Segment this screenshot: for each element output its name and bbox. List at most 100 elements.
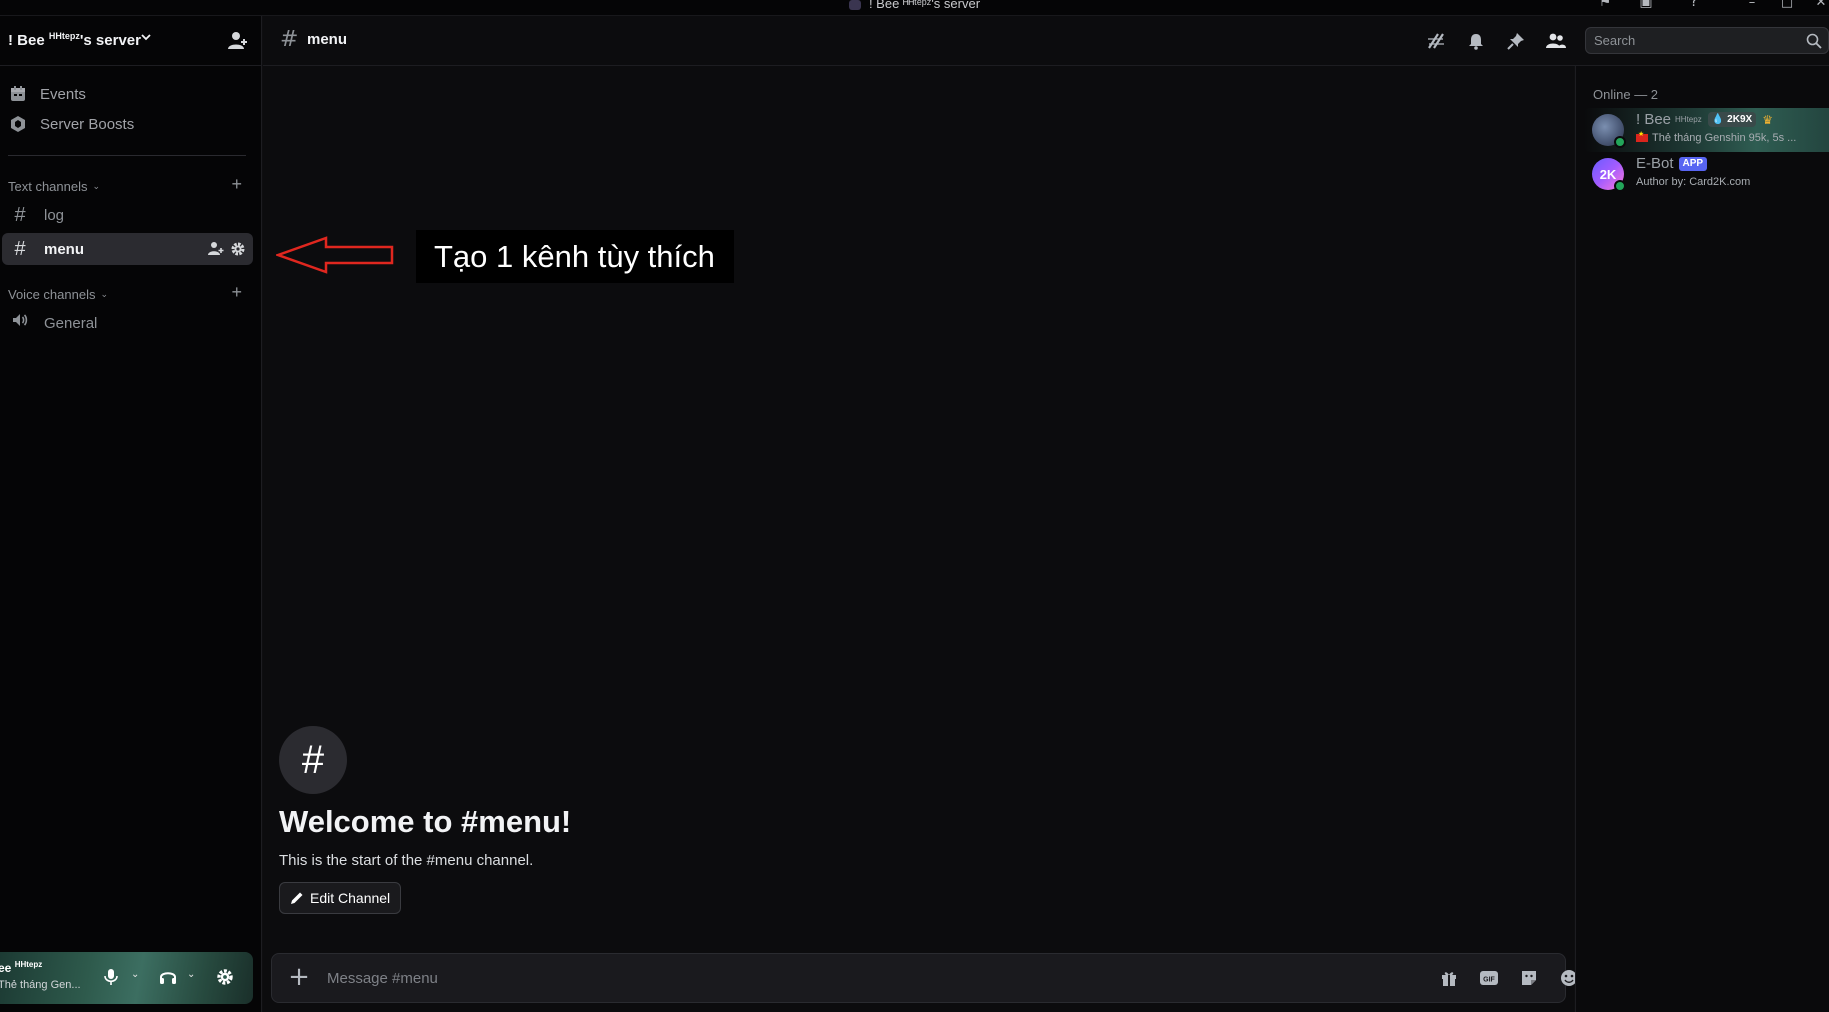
vietnam-flag-icon	[1636, 130, 1648, 142]
channel-general-label: General	[44, 314, 98, 332]
gif-icon[interactable]: GIF	[1478, 967, 1500, 989]
gift-icon[interactable]	[1438, 967, 1460, 989]
annotation-box: Tạo 1 kênh tùy thích	[416, 230, 734, 283]
member-status: Thẻ tháng Genshin 95k, 5s ...	[1636, 130, 1797, 144]
inbox-flag-icon[interactable]: ⚑	[1596, 0, 1614, 10]
channel-log-label: log	[44, 206, 65, 224]
clan-tag-text: 2K9X	[1727, 114, 1753, 125]
nav-server-boosts-label: Server Boosts	[40, 115, 135, 133]
create-invite-icon[interactable]	[207, 240, 225, 258]
minimize-button[interactable]: –	[1737, 0, 1767, 13]
user-name-text: ee	[0, 961, 12, 975]
server-name-sup: HHtepz	[48, 31, 80, 41]
nav-server-boosts[interactable]: Server Boosts	[8, 110, 252, 138]
sidebar-divider	[8, 155, 246, 156]
nav-events[interactable]: Events	[8, 80, 252, 108]
gear-icon[interactable]	[229, 240, 247, 258]
microphone-icon[interactable]	[101, 967, 121, 987]
channel-voice-general[interactable]: General	[2, 307, 253, 339]
user-name[interactable]: ee HHtepz	[0, 960, 42, 975]
boost-gem-icon	[8, 114, 28, 134]
headphones-icon[interactable]	[158, 967, 178, 987]
edit-channel-button[interactable]: Edit Channel	[279, 882, 402, 914]
member-name: E-Bot APP	[1636, 155, 1708, 172]
channel-welcome-icon: #	[279, 726, 347, 794]
maximize-button[interactable]: □	[1772, 0, 1802, 13]
add-voice-channel-icon[interactable]: +	[231, 282, 242, 303]
annotation-arrow-icon	[276, 236, 394, 274]
member-name-text: E-Bot	[1636, 155, 1674, 172]
member-list: Online — 2 ! Bee HHtepz 💧2K9X ♛ Thẻ thán…	[1575, 66, 1829, 1012]
welcome-subtitle: This is the start of the #menu channel.	[279, 852, 534, 869]
server-name-suffix: 's server	[79, 32, 141, 49]
download-icon[interactable]: ▣	[1637, 0, 1655, 10]
clan-tag: 💧 2K9X	[1707, 112, 1757, 127]
search-box[interactable]	[1585, 27, 1829, 54]
member-bee[interactable]: ! Bee HHtepz 💧2K9X ♛ Thẻ tháng Genshin 9…	[1584, 108, 1829, 152]
server-icon-small	[848, 0, 861, 10]
category-text-channels[interactable]: Text channels ⌄ +	[8, 174, 252, 195]
channel-menu-label: menu	[44, 240, 85, 258]
app-badge: APP	[1678, 156, 1708, 171]
member-list-icon[interactable]	[1545, 30, 1567, 52]
close-window-button[interactable]: ✕	[1806, 0, 1829, 13]
pin-icon[interactable]	[1505, 30, 1527, 52]
pencil-icon	[290, 891, 304, 905]
server-header[interactable]: ! Bee HHtepz's server	[0, 16, 262, 66]
category-voice-label: Voice channels	[8, 286, 96, 302]
chevron-down-icon: ⌄	[92, 180, 101, 191]
bell-icon[interactable]	[1465, 30, 1487, 52]
chevron-down-icon[interactable]	[140, 31, 152, 46]
members-online-header: Online — 2	[1593, 87, 1659, 102]
chevron-down-icon[interactable]: ⌄	[187, 969, 195, 980]
invite-people-icon[interactable]	[227, 30, 249, 52]
user-name-sup: HHtepz	[14, 960, 43, 969]
server-name-main: ! Bee	[8, 32, 45, 49]
calendar-icon	[8, 84, 28, 104]
user-panel: ee HHtepz Thẻ tháng Gen... ⌄ ⌄	[0, 952, 253, 1004]
channel-header: # menu	[263, 16, 1829, 66]
search-icon	[1806, 33, 1822, 49]
gear-icon[interactable]	[215, 967, 235, 987]
channel-sidebar: ! Bee HHtepz's server Events Server Boos…	[0, 16, 262, 1012]
threads-icon[interactable]	[1425, 30, 1447, 52]
window-title-text: ! Bee ᴴᴴᵗᵉᵖᶻ's server	[868, 0, 981, 11]
member-ebot[interactable]: 2K E-Bot APP Author by: Card2K.com	[1584, 152, 1829, 196]
member-name-sup: HHtepz	[1675, 115, 1702, 124]
channel-title: menu	[307, 31, 348, 48]
clan-drop-icon: 💧	[1711, 114, 1725, 125]
chat-area: # menu # Welcome to #menu! Thi	[263, 16, 1829, 1012]
member-status: Author by: Card2K.com	[1636, 176, 1750, 188]
search-input[interactable]	[1594, 31, 1794, 50]
chevron-down-icon: ⌄	[100, 288, 108, 299]
channel-menu[interactable]: # menu	[2, 233, 253, 265]
member-name: ! Bee HHtepz 💧 2K9X ♛	[1636, 111, 1773, 128]
speaker-icon	[10, 311, 30, 335]
add-text-channel-icon[interactable]: +	[231, 174, 242, 195]
hash-icon: #	[301, 737, 325, 782]
add-attachment-icon[interactable]: +	[286, 964, 312, 990]
help-icon[interactable]: ?	[1685, 0, 1703, 10]
channel-log[interactable]: # log	[2, 199, 253, 231]
chevron-down-icon[interactable]: ⌄	[131, 969, 139, 980]
annotation-text: Tạo 1 kênh tùy thích	[434, 239, 715, 274]
hash-icon: #	[14, 237, 26, 260]
message-input[interactable]	[327, 967, 1127, 989]
category-text-label: Text channels	[8, 178, 88, 194]
channel-actions	[207, 240, 247, 258]
category-voice-channels[interactable]: Voice channels ⌄ +	[8, 282, 252, 303]
avatar	[1592, 114, 1626, 148]
user-status: Thẻ tháng Gen...	[0, 979, 81, 991]
discord-window: ! Bee ᴴᴴᵗᵉᵖᶻ's server ⚑ ▣ ? – □ ✕ ! Bee …	[0, 0, 1829, 1012]
bot-logo-icon: 2K	[1599, 166, 1617, 182]
member-name-text: ! Bee	[1636, 111, 1672, 128]
member-status-text: Author by: Card2K.com	[1636, 176, 1751, 188]
member-status-text: Thẻ tháng Genshin 95k, 5s ...	[1652, 132, 1797, 144]
window-title: ! Bee ᴴᴴᵗᵉᵖᶻ's server	[0, 0, 1829, 11]
online-status-dot	[1614, 136, 1626, 148]
sticker-icon[interactable]	[1518, 967, 1540, 989]
server-name[interactable]: ! Bee HHtepz's server	[8, 31, 141, 49]
online-status-dot	[1614, 180, 1626, 192]
welcome-title: Welcome to #menu!	[279, 804, 572, 839]
hash-icon: #	[280, 27, 299, 52]
